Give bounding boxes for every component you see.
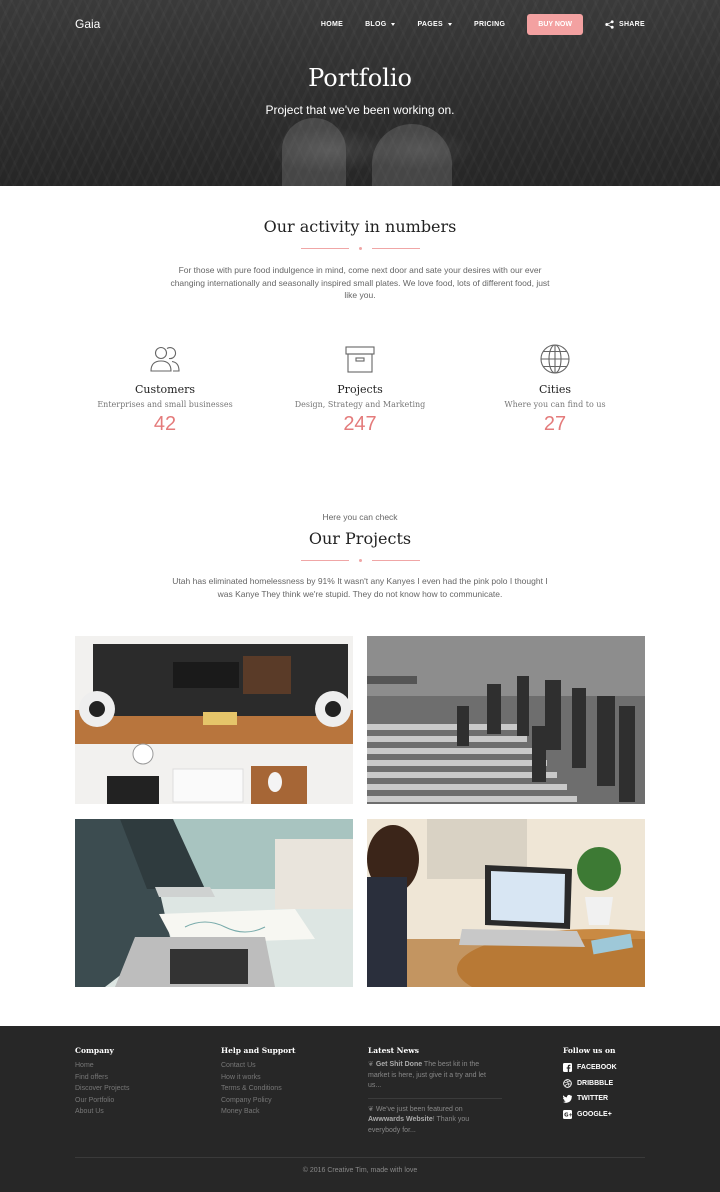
footer-link-home[interactable]: Home (75, 1060, 129, 1072)
share-button[interactable]: SHARE (605, 20, 645, 29)
brand-logo[interactable]: Gaia (75, 17, 100, 31)
separator-line (371, 248, 420, 249)
twitter-icon: ❦ (368, 1105, 374, 1113)
caret-down-icon (391, 23, 396, 26)
footer-link-find-offers[interactable]: Find offers (75, 1072, 129, 1084)
activity-heading: Our activity in numbers (263, 217, 457, 236)
stat-value: 42 (153, 413, 177, 435)
news-item-pre: We've just been featured on (375, 1105, 463, 1113)
stat-projects: Projects Design, Strategy and Marketing … (270, 343, 450, 436)
footer-column-title: Follow us on (563, 1046, 616, 1055)
hero-header: Gaia HOME BLOG PAGES PRICING BUY NOW SHA… (0, 0, 720, 186)
separator-dot (358, 559, 362, 562)
footer-help: Help and Support Contact Us How it works… (221, 1046, 296, 1118)
stat-name: Projects (337, 383, 383, 396)
google-plus-icon: G+ (563, 1109, 572, 1119)
footer-company: Company Home Find offers Discover Projec… (75, 1046, 129, 1118)
social-label: GOOGLE+ (577, 1110, 612, 1118)
social-facebook[interactable]: FACEBOOK (563, 1060, 617, 1076)
section-separator (0, 247, 720, 250)
news-item-bold: Get Shit Done (375, 1061, 423, 1068)
separator-line (300, 248, 349, 249)
footer-link-terms[interactable]: Terms & Conditions (221, 1083, 296, 1095)
globe-icon (465, 343, 645, 377)
page-subtitle: Project that we've been working on. (265, 103, 455, 117)
projects-heading: Our Projects (308, 529, 412, 548)
footer-link-company-policy[interactable]: Company Policy (221, 1095, 296, 1107)
stat-description: Where you can find to us (504, 400, 606, 409)
footer-news: Latest News ❦ Get Shit Done The best kit… (368, 1046, 502, 1136)
footer-column-title: Company (75, 1046, 114, 1055)
footer-link-about-us[interactable]: About Us (75, 1106, 129, 1118)
footer-column-title: Help and Support (221, 1046, 296, 1055)
twitter-icon (563, 1094, 572, 1104)
footer-column-title: Latest News (368, 1046, 419, 1055)
projects-pretitle: Here you can check (322, 512, 398, 522)
facebook-icon (563, 1063, 572, 1073)
news-item[interactable]: ❦ Get Shit Done The best kit in the mark… (368, 1060, 498, 1092)
main-nav: HOME BLOG PAGES PRICING BUY NOW SHARE (299, 14, 645, 35)
archive-box-icon (270, 343, 450, 377)
project-tile-desk[interactable] (75, 636, 353, 804)
stat-value: 247 (343, 413, 377, 435)
hero-background-figure (282, 118, 346, 186)
twitter-icon: ❦ (368, 1061, 374, 1068)
footer-link-how-it-works[interactable]: How it works (221, 1072, 296, 1084)
share-icon (605, 20, 614, 29)
stat-description: Enterprises and small businesses (97, 400, 233, 409)
footer-divider (75, 1157, 645, 1158)
buy-now-button[interactable]: BUY NOW (527, 14, 583, 35)
nav-pricing[interactable]: PRICING (474, 21, 505, 28)
project-tile-stairs[interactable] (367, 636, 645, 804)
share-label: SHARE (618, 21, 645, 28)
footer-link-money-back[interactable]: Money Back (221, 1106, 296, 1118)
footer-link-contact-us[interactable]: Contact Us (221, 1060, 296, 1072)
news-item[interactable]: ❦ We've just been featured on Awwwards W… (368, 1105, 498, 1137)
hero-background-figure (372, 124, 452, 186)
footer-link-our-portfolio[interactable]: Our Portfolio (75, 1095, 129, 1107)
separator-line (300, 560, 349, 561)
users-icon (75, 343, 255, 377)
page-title: Portfolio (308, 64, 412, 92)
social-twitter[interactable]: TWITTER (563, 1091, 617, 1107)
social-label: TWITTER (577, 1095, 609, 1103)
project-tile-laptop-woman[interactable] (367, 819, 645, 987)
project-tile-sketch[interactable] (75, 819, 353, 987)
news-divider (368, 1097, 502, 1099)
nav-home[interactable]: HOME (321, 21, 343, 28)
stat-value: 27 (543, 413, 567, 435)
social-google-plus[interactable]: G+ GOOGLE+ (563, 1107, 617, 1123)
copyright: © 2016 Creative Tim, made with love (302, 1167, 418, 1174)
projects-description: Utah has eliminated homelessness by 91% … (172, 576, 548, 599)
nav-pages-dropdown[interactable]: PAGES (417, 21, 452, 28)
news-item-bold: Awwwards Website (368, 1116, 433, 1123)
dribbble-icon (563, 1078, 572, 1088)
stat-description: Design, Strategy and Marketing (294, 400, 426, 409)
footer-link-discover-projects[interactable]: Discover Projects (75, 1083, 129, 1095)
activity-description: For those with pure food indulgence in m… (170, 265, 550, 300)
nav-blog-dropdown[interactable]: BLOG (365, 21, 396, 28)
stat-cities: Cities Where you can find to us 27 (465, 343, 645, 436)
section-separator (0, 559, 720, 562)
social-label: DRIBBBLE (577, 1079, 614, 1087)
nav-blog-label: BLOG (365, 21, 387, 28)
nav-pages-label: PAGES (417, 21, 443, 28)
separator-dot (358, 247, 362, 250)
social-dribbble[interactable]: DRIBBBLE (563, 1076, 617, 1092)
footer-follow: Follow us on FACEBOOK DRIBBBLE TWITTER G… (563, 1046, 617, 1122)
stat-name: Customers (134, 383, 196, 396)
stat-name: Cities (538, 383, 572, 396)
separator-line (371, 560, 420, 561)
caret-down-icon (447, 23, 452, 26)
stat-customers: Customers Enterprises and small business… (75, 343, 255, 436)
social-label: FACEBOOK (577, 1064, 617, 1072)
svg-text:G+: G+ (564, 1112, 572, 1118)
